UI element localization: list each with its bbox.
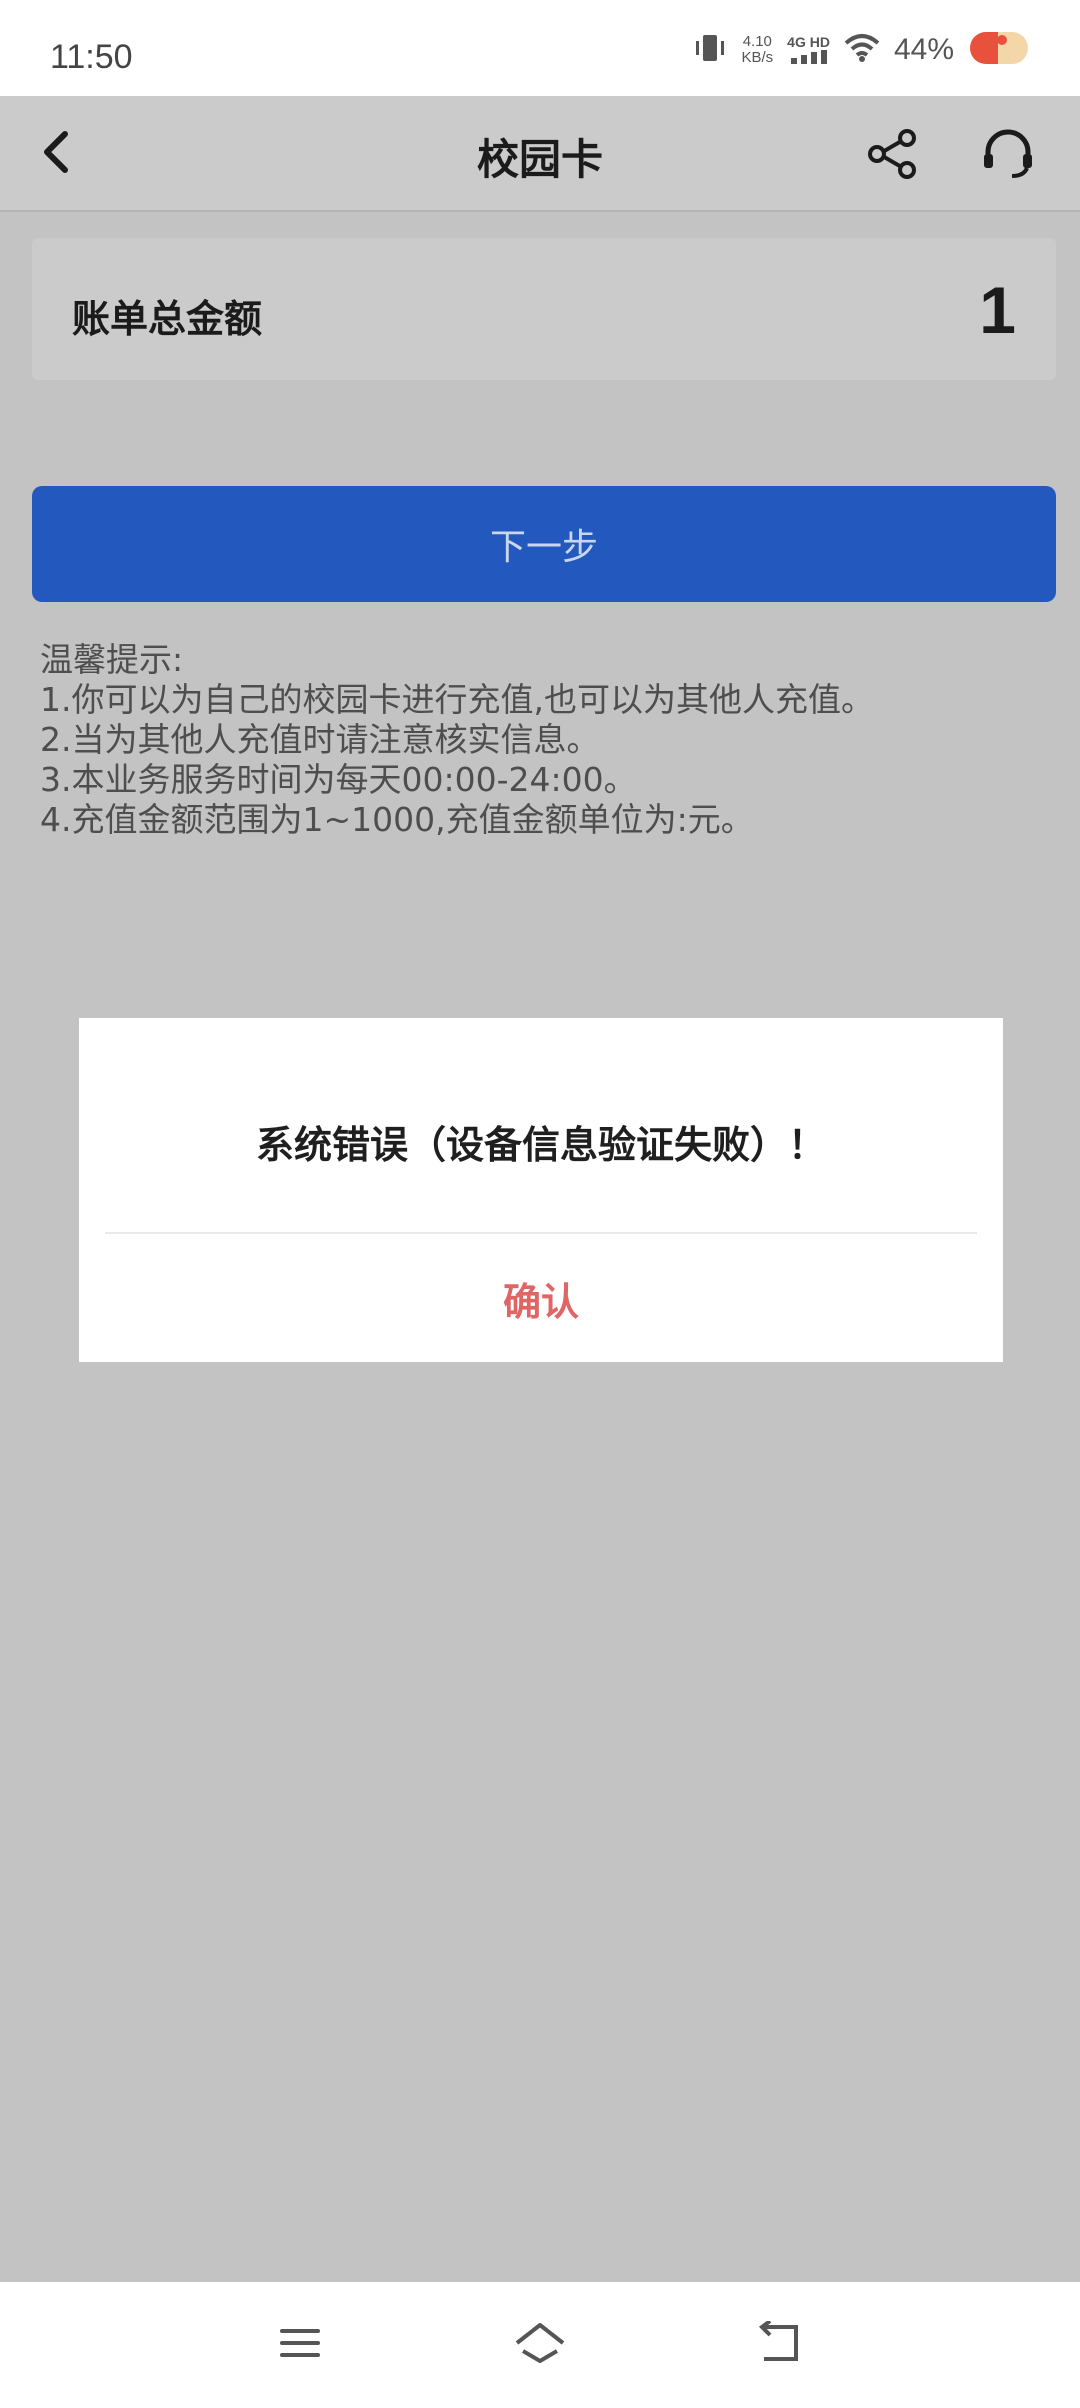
next-step-button[interactable]: 下一步 [32, 486, 1056, 602]
battery-icon [968, 30, 1032, 70]
home-icon [513, 2321, 567, 2369]
tips-section: 温馨提示: 1.你可以为自己的校园卡进行充值,也可以为其他人充值。 2.当为其他… [40, 640, 1040, 840]
network-type: 4G HD [787, 34, 830, 67]
nav-home-button[interactable] [505, 2310, 575, 2380]
menu-icon [278, 2325, 322, 2365]
signal-icon [790, 49, 828, 67]
status-indicators: 4.10 KB/s 4G HD 44% [693, 28, 1032, 72]
back-icon [756, 2319, 804, 2369]
tip-item: 4.充值金额范围为1~1000,充值金额单位为:元。 [40, 800, 754, 839]
customer-service-button[interactable] [978, 126, 1038, 186]
wifi-icon [844, 33, 880, 67]
share-button[interactable] [862, 126, 922, 186]
headset-icon [980, 126, 1036, 186]
dialog-confirm-button[interactable]: 确认 [79, 1234, 1003, 1362]
net-speed: 4.10 KB/s [741, 34, 773, 66]
bill-amount-value: 1 [979, 273, 1016, 347]
network-type-label: 4G HD [787, 33, 830, 50]
tip-item: 3.本业务服务时间为每天00:00-24:00。 [40, 760, 637, 799]
system-nav-bar [0, 2282, 1080, 2408]
bill-amount-label: 账单总金额 [72, 297, 263, 341]
share-icon [865, 127, 919, 185]
nav-menu-button[interactable] [265, 2310, 335, 2380]
battery-percent: 44% [893, 33, 954, 66]
dialog-message: 系统错误（设备信息验证失败）！ [255, 1123, 826, 1167]
tips-title: 温馨提示: [40, 640, 184, 679]
vibrate-icon [693, 33, 727, 67]
bill-amount-card: 账单总金额 1 [32, 238, 1056, 380]
net-speed-unit: KB/s [741, 49, 774, 66]
nav-back-button[interactable] [745, 2310, 815, 2380]
error-dialog: 系统错误（设备信息验证失败）！ 确认 [79, 1018, 1003, 1362]
status-bar: 11:50 4.10 KB/s 4G HD 44% [0, 0, 1080, 96]
net-speed-value: 4.10 [742, 33, 772, 50]
tip-item: 1.你可以为自己的校园卡进行充值,也可以为其他人充值。 [40, 680, 874, 719]
tip-item: 2.当为其他人充值时请注意核实信息。 [40, 720, 600, 759]
app-bar: 校园卡 [0, 96, 1080, 212]
status-time: 11:50 [50, 38, 133, 76]
